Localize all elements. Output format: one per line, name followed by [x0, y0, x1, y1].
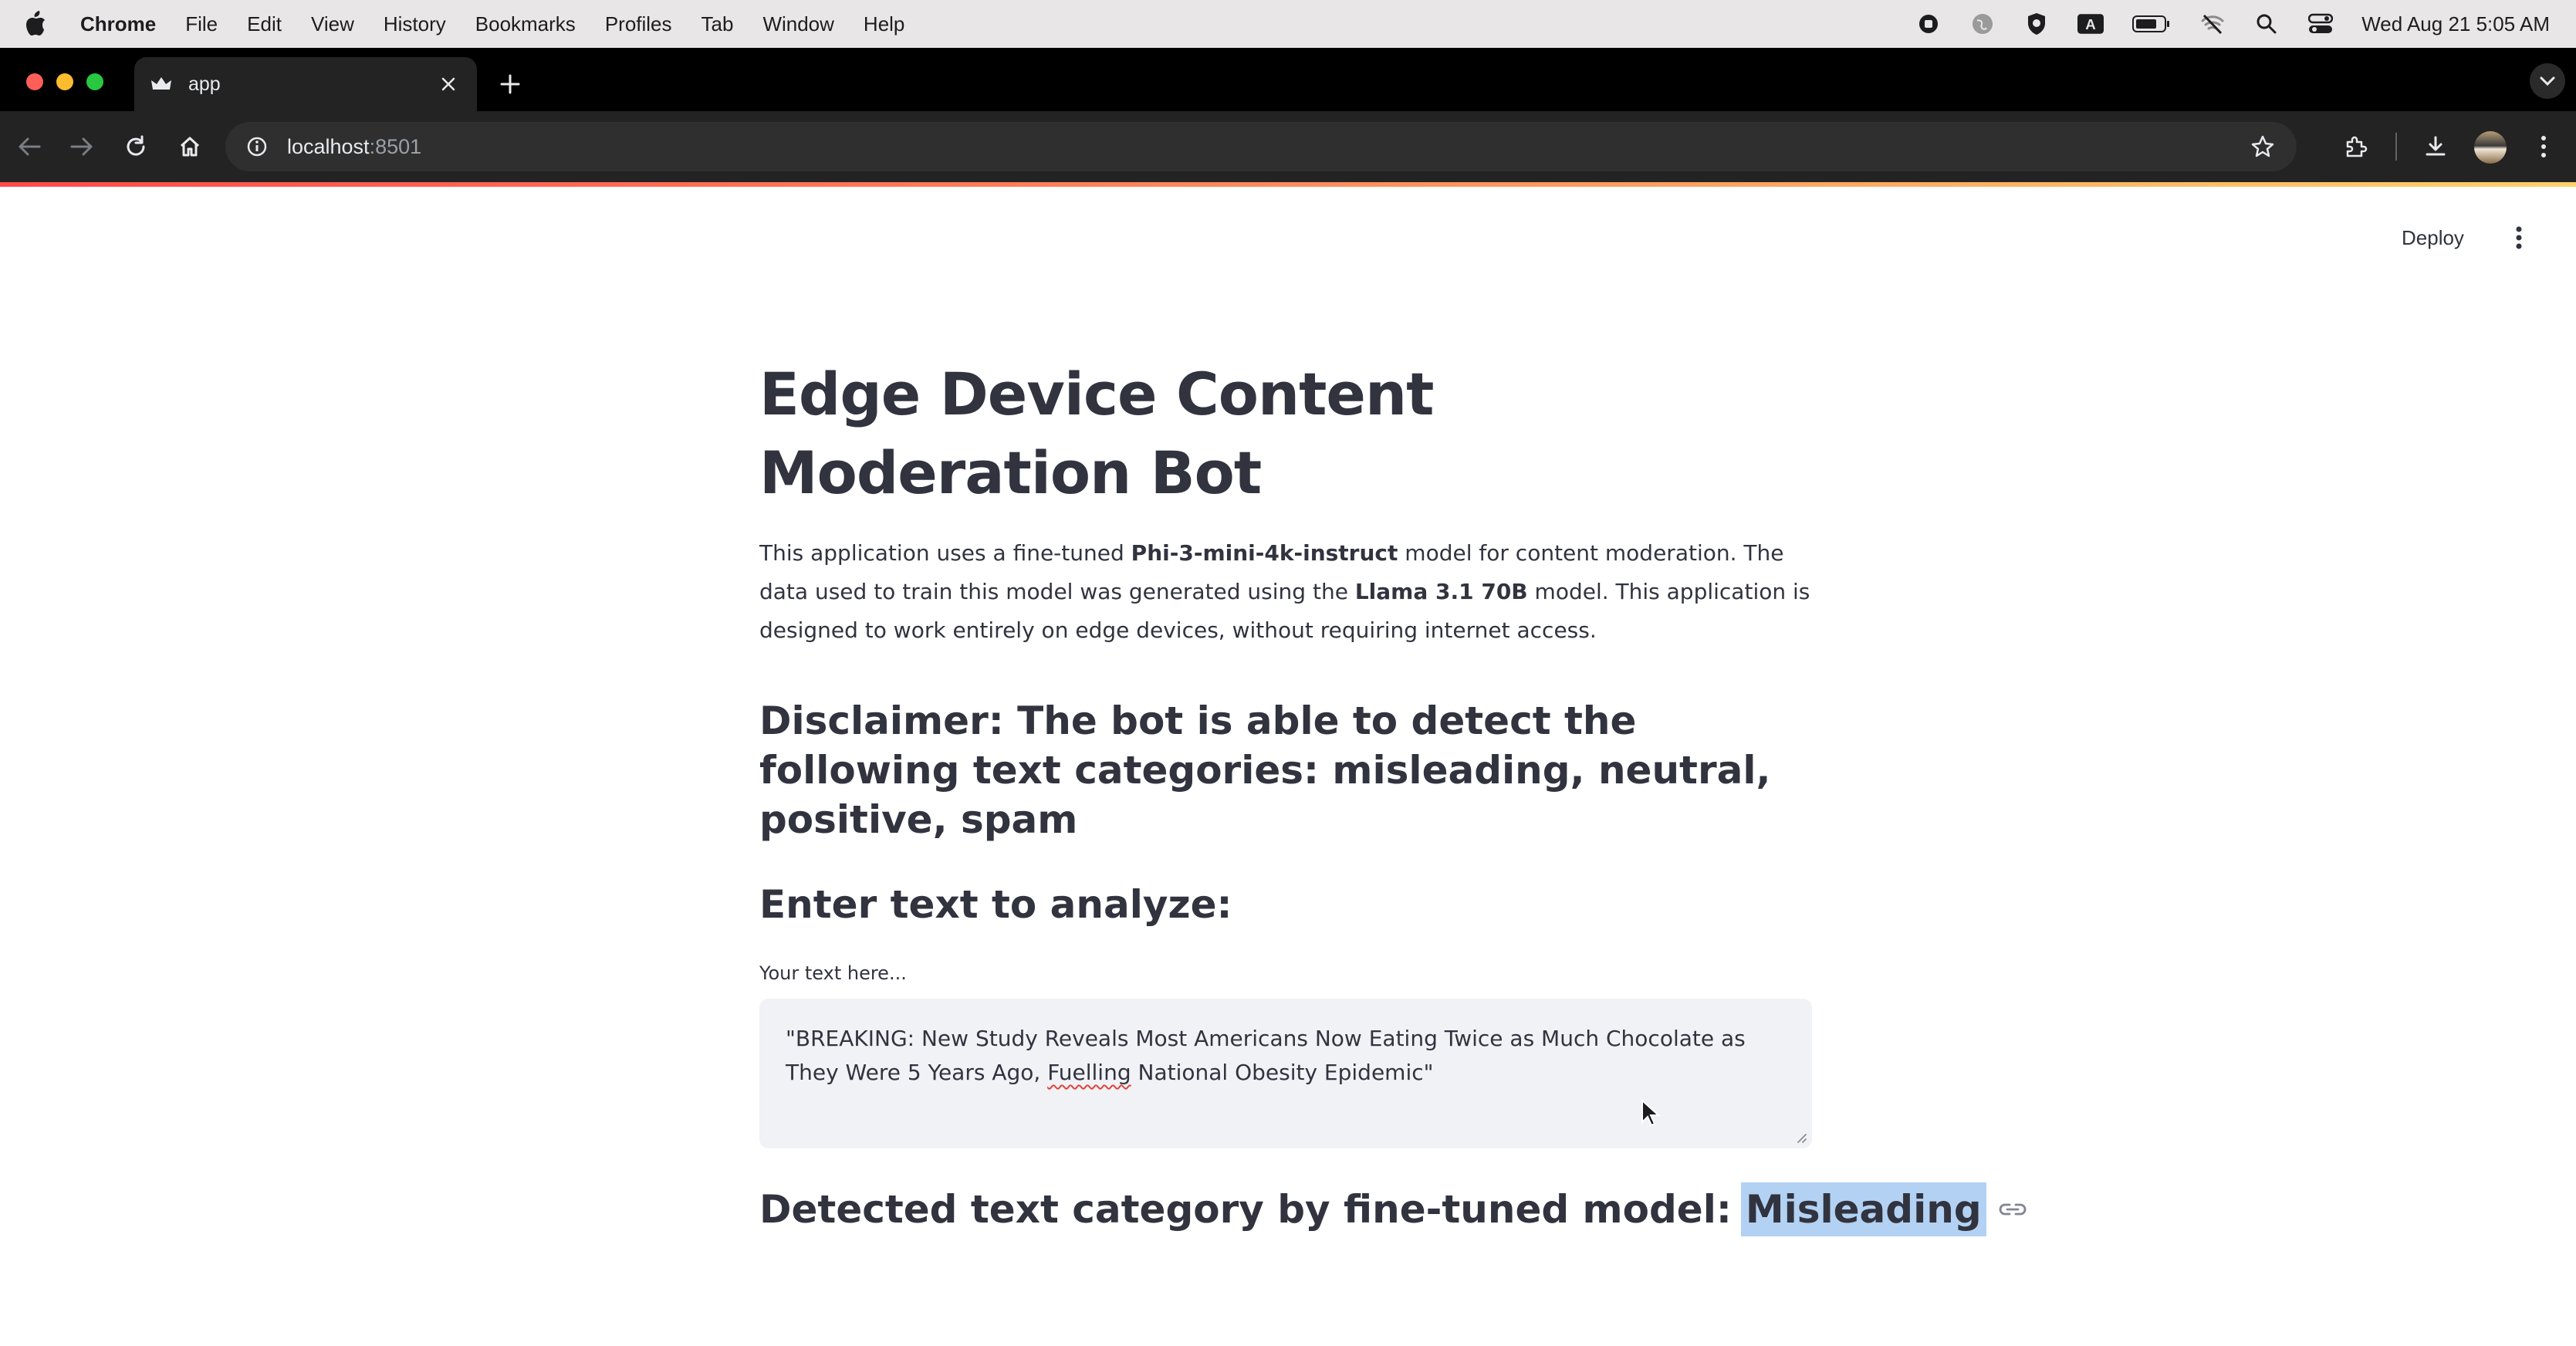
text-input-label: Your text here...: [759, 962, 907, 984]
menu-edit[interactable]: Edit: [247, 12, 282, 36]
chrome-menu-kebab-icon[interactable]: [2528, 131, 2559, 162]
svg-text:A: A: [2085, 16, 2096, 32]
tab-search-chevron-icon[interactable]: [2530, 63, 2565, 99]
anchor-link-icon[interactable]: [1997, 1198, 2028, 1221]
back-arrow-icon[interactable]: [14, 131, 45, 162]
browser-tab-strip: app: [0, 48, 2576, 111]
menu-file[interactable]: File: [185, 12, 218, 36]
reload-icon[interactable]: [120, 131, 151, 162]
macos-menu-bar: Chrome File Edit View History Bookmarks …: [0, 0, 2576, 48]
intro-text-part1: This application uses a fine-tuned: [759, 540, 1131, 566]
intro-model-name: Phi-3-mini-4k-instruct: [1131, 540, 1398, 566]
bookmark-star-icon[interactable]: [2249, 133, 2277, 161]
globe-icon[interactable]: [1969, 11, 1996, 37]
spotlight-search-icon[interactable]: [2253, 11, 2280, 37]
window-close-button[interactable]: [26, 73, 43, 90]
toolbar-divider: [2395, 133, 2397, 161]
window-zoom-button[interactable]: [86, 73, 103, 90]
streamlit-favicon-icon: [151, 74, 171, 94]
disclaimer-heading: Disclaimer: The bot is able to detect th…: [759, 698, 1771, 842]
wifi-off-icon[interactable]: [2199, 11, 2226, 37]
streamlit-decoration-bar: [0, 182, 2576, 187]
menu-tab[interactable]: Tab: [701, 12, 734, 36]
battery-icon[interactable]: [2131, 11, 2172, 37]
record-icon[interactable]: [1915, 11, 1942, 37]
input-text-part2: National Obesity Epidemic": [1131, 1060, 1434, 1085]
url-host: localhost: [287, 134, 370, 158]
menu-bookmarks[interactable]: Bookmarks: [475, 12, 576, 36]
menu-profiles[interactable]: Profiles: [605, 12, 672, 36]
menu-window[interactable]: Window: [762, 12, 833, 36]
url-port: :8501: [369, 134, 422, 158]
browser-toolbar: localhost:8501: [0, 111, 2576, 182]
intro-data-model: Llama 3.1 70B: [1354, 579, 1528, 604]
app-main-menu-icon[interactable]: [2507, 222, 2531, 253]
mouse-cursor-icon: [1641, 1099, 1661, 1127]
browser-tab-app[interactable]: app: [134, 57, 477, 111]
apple-logo-icon[interactable]: [25, 11, 51, 37]
window-minimize-button[interactable]: [56, 73, 73, 90]
deploy-button[interactable]: Deploy: [2402, 221, 2464, 255]
site-info-icon[interactable]: [244, 134, 270, 160]
tab-title: app: [188, 73, 221, 95]
menu-app-chrome[interactable]: Chrome: [80, 12, 156, 36]
shield-icon[interactable]: [2023, 11, 2050, 37]
input-misspelled-word: Fuelling: [1047, 1060, 1131, 1085]
menu-history[interactable]: History: [384, 12, 446, 36]
result-label: Detected text category by fine-tuned mod…: [759, 1187, 1732, 1232]
home-icon[interactable]: [174, 131, 205, 162]
page-title: Edge Device Content Moderation Bot: [759, 360, 1434, 507]
resize-handle-icon[interactable]: [1793, 1130, 1807, 1144]
menu-help[interactable]: Help: [864, 12, 904, 36]
new-tab-plus-icon[interactable]: [497, 71, 523, 97]
profile-avatar[interactable]: [2474, 131, 2507, 164]
address-bar[interactable]: localhost:8501: [225, 122, 2297, 171]
enter-text-heading: Enter text to analyze:: [759, 882, 1232, 927]
forward-arrow-icon[interactable]: [66, 131, 97, 162]
menubar-clock[interactable]: Wed Aug 21 5:05 AM: [2361, 12, 2550, 36]
result-category: Misleading: [1740, 1182, 1986, 1236]
keyboard-input-icon[interactable]: A: [2077, 11, 2104, 37]
result-heading: Detected text category by fine-tuned mod…: [759, 1182, 2026, 1236]
downloads-icon[interactable]: [2420, 131, 2451, 162]
menu-view[interactable]: View: [311, 12, 354, 36]
tab-close-icon[interactable]: [437, 73, 460, 96]
intro-paragraph: This application uses a fine-tuned Phi-3…: [759, 534, 1812, 650]
control-center-icon[interactable]: [2307, 11, 2334, 37]
extensions-puzzle-icon[interactable]: [2340, 131, 2371, 162]
